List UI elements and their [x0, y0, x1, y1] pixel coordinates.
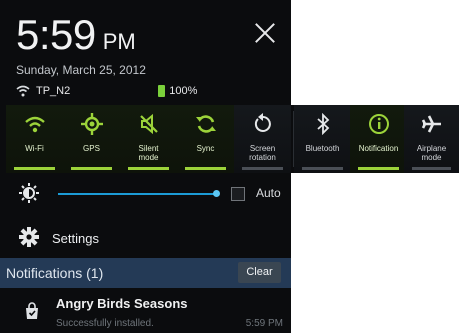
toggle-indicator [412, 167, 451, 170]
toggle-notification[interactable]: Notification [350, 105, 407, 173]
toggle-silent-mode[interactable]: Silent mode [120, 105, 177, 173]
toggle-label: Bluetooth [305, 144, 340, 153]
status-row: TP_N2 100% [16, 83, 197, 99]
battery-icon [158, 85, 166, 97]
toggle-indicator [302, 167, 343, 170]
brightness-icon [19, 183, 39, 203]
toggle-label: Silent mode [138, 144, 159, 162]
gear-icon [19, 227, 39, 247]
toggle-label: Wi-Fi [25, 144, 44, 153]
gps-icon [80, 113, 103, 135]
toggle-indicator [14, 167, 55, 170]
notification-item[interactable]: Angry Birds Seasons Successfully install… [0, 292, 291, 333]
notification-icon [368, 114, 389, 134]
clock-ampm: PM [102, 29, 136, 54]
toggle-indicator [358, 167, 399, 170]
notifications-title: Notifications (1) [6, 265, 104, 281]
toggle-indicator [242, 167, 283, 170]
toggle-bluetooth[interactable]: Bluetooth [294, 105, 351, 173]
notifications-header: Notifications (1) Clear [0, 258, 291, 288]
settings-label: Settings [52, 231, 99, 246]
toggle-indicator [185, 167, 226, 170]
brightness-row: Auto [0, 175, 291, 212]
toggle-label: Sync [196, 144, 215, 153]
sync-icon [195, 115, 216, 133]
clock-time: 5:59 [16, 11, 96, 58]
date-label: Sunday, March 25, 2012 [16, 63, 146, 77]
wifi-icon [24, 116, 45, 133]
toggle-airplane-mode[interactable]: Airplane mode [404, 105, 459, 173]
brightness-slider[interactable] [58, 193, 218, 195]
toggle-indicator [128, 167, 169, 170]
silent-mode-icon [139, 113, 158, 135]
clear-button[interactable]: Clear [238, 262, 281, 283]
toggle-label: GPS [83, 144, 100, 153]
notification-subtitle: Successfully installed. [56, 318, 154, 329]
toggle-gps[interactable]: GPS [63, 105, 120, 173]
airplane-icon [421, 115, 441, 133]
toggle-screen-rotation[interactable]: Screen rotation [234, 105, 291, 173]
quick-toggles-bar: Wi-Fi GPS Silent mode Sync Screen rotati… [0, 105, 459, 173]
notification-time: 5:59 PM [245, 318, 283, 329]
settings-row[interactable]: Settings [0, 219, 291, 255]
toggle-indicator [71, 167, 112, 170]
shopping-bag-icon [26, 302, 38, 319]
toggle-sync[interactable]: Sync [177, 105, 234, 173]
auto-brightness-checkbox[interactable] [231, 187, 245, 201]
bluetooth-icon [316, 113, 329, 135]
wifi-signal-icon [16, 85, 30, 97]
screen-rotation-icon [254, 113, 271, 132]
toggle-label: Notification [358, 144, 399, 153]
network-ssid: TP_N2 [36, 85, 71, 97]
notification-title: Angry Birds Seasons [56, 296, 188, 311]
clock: 5:59 PM [16, 12, 136, 58]
brightness-slider-thumb[interactable] [213, 190, 220, 197]
toggle-label: Screen rotation [249, 144, 276, 162]
auto-brightness-label: Auto [256, 186, 281, 200]
close-icon[interactable] [254, 22, 276, 44]
toggle-label: Airplane mode [416, 144, 447, 162]
battery-level: 100% [169, 85, 198, 97]
toggle-wifi[interactable]: Wi-Fi [6, 105, 63, 173]
